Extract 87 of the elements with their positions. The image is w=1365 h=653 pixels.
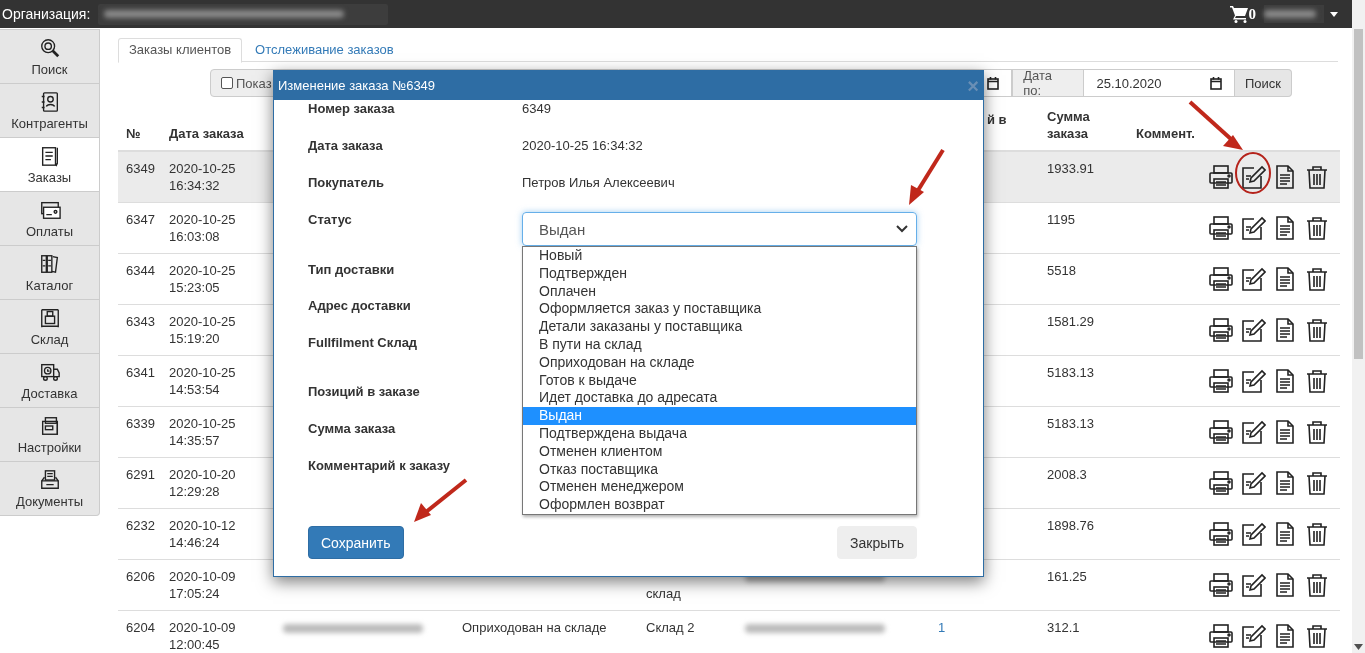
- dropdown-option[interactable]: Подтверждена выдача: [523, 424, 916, 443]
- dropdown-option[interactable]: Отказ поставщика: [523, 460, 916, 479]
- status-select[interactable]: Выдан: [522, 212, 917, 246]
- sidebar-item[interactable]: Каталог: [0, 246, 99, 300]
- field-label: Статус: [308, 211, 353, 228]
- checkbox-label: Показ: [236, 75, 272, 91]
- table-cell-text: 6347: [125, 211, 156, 229]
- table-cell-text: 6343: [125, 313, 156, 331]
- table-cell-text: 1581.29: [1046, 313, 1095, 331]
- table-cell-text: 6232: [125, 517, 156, 535]
- field-value: Петров Илья Алексеевич: [522, 174, 676, 191]
- table-cell-text: 6344: [125, 262, 156, 280]
- field-label: Тип доставки: [308, 261, 396, 278]
- dropdown-option[interactable]: Новый: [523, 247, 916, 265]
- tab[interactable]: Заказы клиентов: [118, 38, 243, 63]
- table-cell-text: 1195: [1046, 211, 1076, 229]
- date-to-label: Дата по:: [1012, 69, 1085, 97]
- dropdown-option[interactable]: Детали заказаны у поставщика: [523, 318, 916, 336]
- dropdown-option[interactable]: Оплачен: [523, 282, 916, 301]
- table-cell-text: 6204: [125, 619, 156, 637]
- dropdown-option[interactable]: Отменен клиентом: [523, 442, 916, 461]
- dropdown-option[interactable]: Оформляется заказ у поставщика: [523, 300, 916, 319]
- sidebar-item[interactable]: Настройки: [0, 408, 99, 462]
- save-button[interactable]: Сохранить: [308, 526, 404, 559]
- table-cell-text: 161.25: [1046, 568, 1088, 586]
- sidebar-item[interactable]: Заказы: [0, 138, 99, 192]
- table-cell-text: 2020-10-25 14:35:57: [168, 415, 237, 450]
- table-cell-text: 2020-10-20 12:29:28: [168, 466, 237, 501]
- field-label: Сумма заказа: [308, 420, 397, 437]
- sidebar-item[interactable]: Доставка: [0, 354, 99, 408]
- table-cell-text: 6349: [125, 160, 156, 178]
- table-cell-text: 2020-10-09 17:05:24: [168, 568, 237, 603]
- search-button[interactable]: Поиск: [1234, 69, 1292, 97]
- field-label: Дата заказа: [308, 137, 384, 154]
- table-cell-text: 6339: [125, 415, 156, 433]
- field-label: Позиций в заказе: [308, 383, 421, 400]
- sidebar-item[interactable]: Оплаты: [0, 192, 99, 246]
- table-cell-text: 2020-10-25 15:19:20: [168, 313, 237, 348]
- table-cell-text: 6341: [125, 364, 156, 382]
- table-cell-text: 6206: [125, 568, 156, 586]
- table-cell-text: 2008.3: [1046, 466, 1088, 484]
- table-cell-text: 6291: [125, 466, 156, 484]
- table-cell-text: 2020-10-09 12:00:45: [168, 619, 237, 653]
- table-cell-text: 2020-10-25 14:53:54: [168, 364, 237, 399]
- positions-link[interactable]: 1: [938, 620, 946, 635]
- column-header: Коммент.: [1135, 125, 1196, 143]
- table-cell: склад: [646, 586, 681, 601]
- table-cell-text: 5518: [1046, 262, 1077, 280]
- dropdown-option[interactable]: Оформлен возврат: [523, 496, 916, 514]
- sidebar-item[interactable]: Склад: [0, 300, 99, 354]
- table-cell-text: 2020-10-12 14:46:24: [168, 517, 237, 552]
- table-cell-text: 1933.91: [1046, 160, 1095, 178]
- column-header: й в: [986, 111, 1008, 129]
- column-header: Дата заказа: [168, 125, 245, 143]
- sidebar-item[interactable]: Поиск: [0, 30, 99, 84]
- table-cell-text: 5183.13: [1046, 364, 1095, 382]
- sidebar-item[interactable]: Документы: [0, 462, 99, 515]
- table-row[interactable]: 6204 2020-10-09 12:00:45 Оприходован на складе Склад 2 1 312.1: [118, 611, 1340, 653]
- dialog-title: Изменение заказа №6349: [278, 78, 436, 93]
- table-cell-text: Склад 2: [645, 619, 696, 637]
- table-cell-text: 5183.13: [1046, 415, 1095, 433]
- field-label: Адрес доставки: [308, 297, 412, 314]
- field-label: Покупатель: [308, 174, 385, 191]
- table-cell-text: 2020-10-25 16:03:08: [168, 211, 237, 246]
- table-cell-text: 1898.76: [1046, 517, 1095, 535]
- dropdown-option[interactable]: Готов к выдаче: [523, 371, 916, 390]
- dropdown-option[interactable]: Идет доставка до адресата: [523, 389, 916, 408]
- dropdown-option[interactable]: Подтвержден: [523, 264, 916, 283]
- date-field[interactable]: 25.10.2020: [1084, 69, 1235, 97]
- field-label: Комментарий к заказу: [308, 457, 452, 474]
- column-header: №: [125, 125, 142, 143]
- dropdown-option[interactable]: Оприходован на складе: [523, 353, 916, 372]
- field-value: 2020-10-25 16:34:32: [522, 137, 644, 154]
- field-label: Номер заказа: [308, 100, 396, 117]
- table-cell-text: 312.1: [1046, 619, 1081, 637]
- dropdown-option[interactable]: В пути на склад: [523, 336, 916, 354]
- close-button[interactable]: Закрыть: [837, 526, 917, 559]
- table-cell-text: 2020-10-25 16:34:32: [168, 160, 237, 195]
- organization-label: Организация:: [2, 6, 91, 22]
- tab[interactable]: Отслеживание заказов: [244, 38, 405, 61]
- column-header: Сумма заказа: [1046, 108, 1091, 143]
- field-label: Fullfilment Склад: [308, 334, 419, 351]
- field-value: 6349: [522, 100, 552, 117]
- table-cell-text: Оприходован на складе: [461, 619, 608, 637]
- table-cell-text: 2020-10-25 15:23:05: [168, 262, 237, 297]
- cart-count: 0: [1248, 5, 1256, 23]
- dropdown-option[interactable]: Отменен менеджером: [523, 478, 916, 497]
